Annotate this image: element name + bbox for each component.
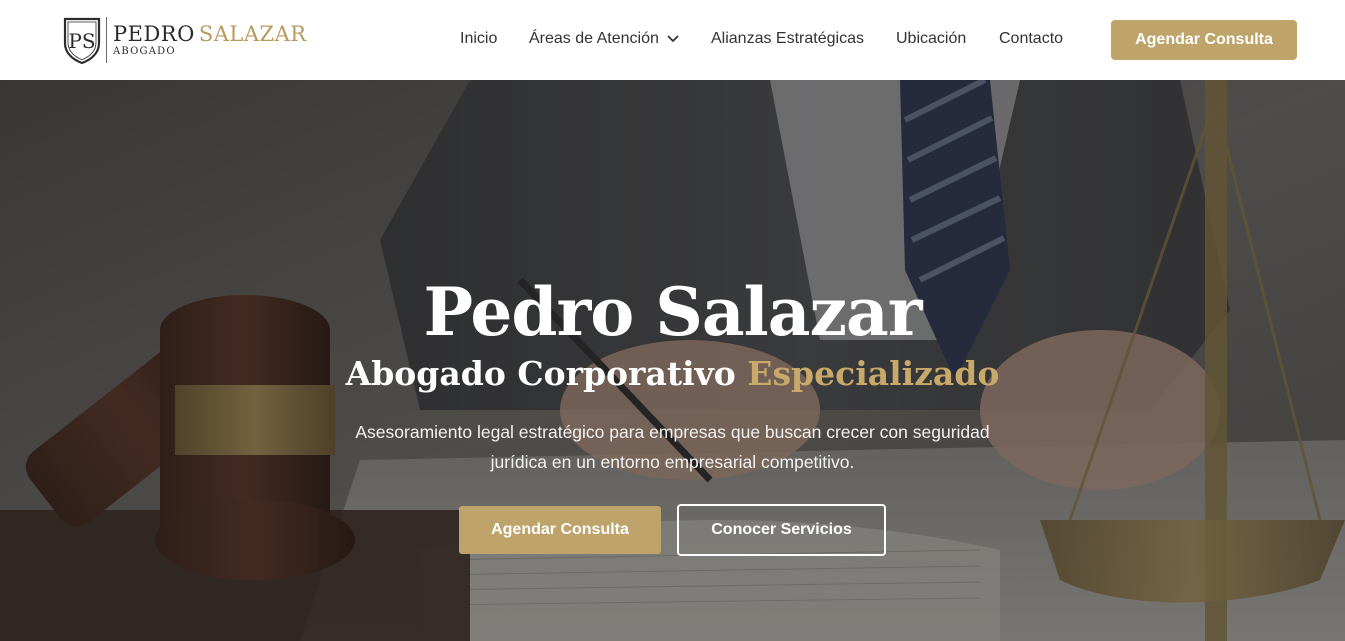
nav-item-label: Áreas de Atención (529, 30, 659, 47)
nav-item-label: Ubicación (896, 30, 967, 47)
nav-item-inicio[interactable]: Inicio (460, 29, 497, 49)
hero-view-services-button[interactable]: Conocer Servicios (677, 504, 886, 556)
hero-subtitle-accent: Especializado (747, 354, 1000, 393)
site-header: PS PEDRO SALAZAR ABOGADO Inicio Áreas de … (0, 0, 1345, 80)
hero-schedule-consultation-button[interactable]: Agendar Consulta (459, 506, 661, 554)
nav-item-label: Inicio (460, 30, 498, 47)
nav-item-label: Alianzas Estratégicas (711, 30, 864, 47)
hero-subtitle: Abogado Corporativo Especializado (0, 354, 1345, 394)
nav-item-contacto[interactable]: Contacto (999, 29, 1063, 49)
chevron-down-icon (667, 35, 679, 42)
nav-item-areas-de-atencion[interactable]: Áreas de Atención (529, 29, 679, 49)
hero-description: Asesoramiento legal estratégico para emp… (355, 422, 990, 472)
nav-item-ubicacion[interactable]: Ubicación (896, 29, 966, 49)
hero-title: Pedro Salazar (423, 273, 922, 351)
hero-section: Pedro Salazar Abogado Corporativo Especi… (0, 80, 1345, 641)
nav-item-label: Contacto (999, 30, 1064, 47)
header-schedule-consultation-button[interactable]: Agendar Consulta (1111, 20, 1297, 60)
hero-subtitle-main: Abogado Corporativo (345, 354, 736, 393)
nav-item-alianzas-estrategicas[interactable]: Alianzas Estratégicas (711, 29, 864, 49)
